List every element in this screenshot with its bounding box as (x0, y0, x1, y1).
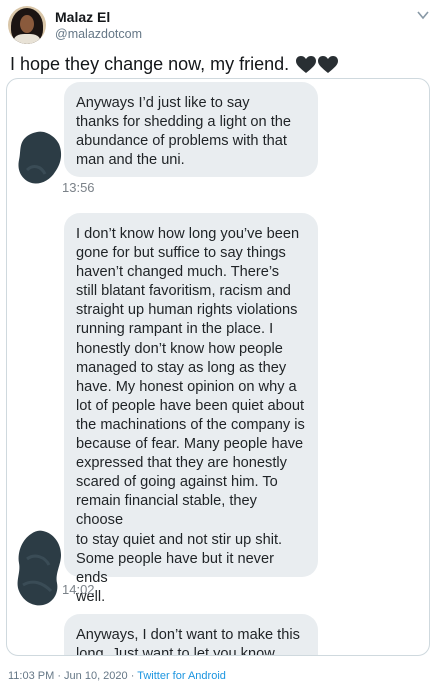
tweet-source-link[interactable]: Twitter for Android (137, 670, 226, 682)
tweet-timestamp[interactable]: 11:03 PM · Jun 10, 2020 · (8, 670, 137, 682)
message-bubble: Anyways I’d just like to say thanks for … (64, 82, 318, 177)
redacted-avatar-scribble (17, 530, 62, 606)
redacted-avatar-scribble (18, 131, 62, 184)
author-handle[interactable]: @malazdotcom (55, 27, 142, 41)
avatar-shirt (14, 34, 40, 44)
message-bubble: I don’t know how long you’ve been gone f… (64, 213, 318, 605)
tweet-meta: 11:03 PM · Jun 10, 2020 · Twitter for An… (8, 670, 226, 682)
black-heart-icon (296, 55, 317, 73)
attached-screenshot[interactable]: Anyways I’d just like to say thanks for … (6, 78, 430, 656)
message-text: Anyways, I don’t want to make this long.… (76, 627, 300, 656)
author-display-name[interactable]: Malaz El (55, 9, 110, 25)
chevron-down-icon[interactable] (415, 8, 431, 22)
message-text: I don’t know how long you’ve been gone f… (76, 226, 305, 605)
message-time: 13:56 (62, 180, 95, 195)
avatar[interactable] (8, 6, 46, 44)
tweet-body: I hope they change now, my friend. (10, 54, 290, 74)
tweet-header: Malaz El @malazdotcom (8, 6, 433, 46)
message-time: 14:02 (62, 582, 95, 597)
avatar-face (20, 15, 34, 33)
tweet-text: I hope they change now, my friend. (10, 54, 339, 75)
black-heart-icon (318, 55, 339, 73)
message-bubble: Anyways, I don’t want to make this long.… (64, 614, 318, 656)
message-text: Anyways I’d just like to say thanks for … (76, 95, 292, 169)
